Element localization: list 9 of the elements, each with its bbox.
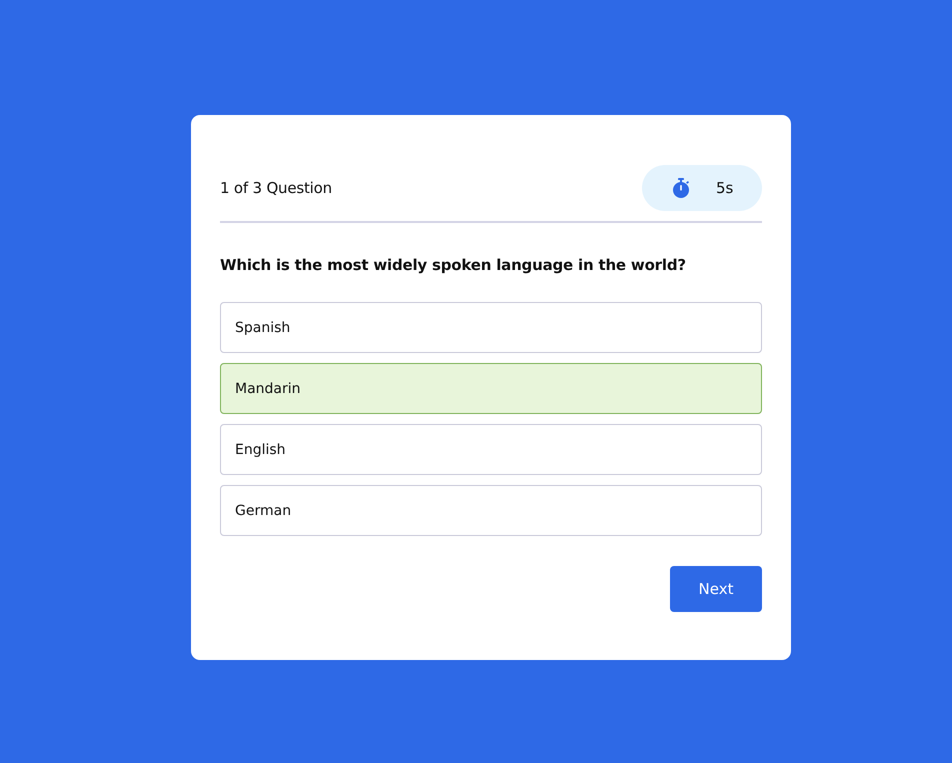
answer-option[interactable]: Mandarin	[220, 363, 762, 414]
timer-text: 5s	[716, 179, 734, 197]
question-counter: 1 of 3 Question	[220, 179, 332, 197]
answer-option[interactable]: German	[220, 485, 762, 536]
next-button[interactable]: Next	[670, 566, 762, 612]
question-text: Which is the most widely spoken language in the world?	[220, 255, 687, 275]
answer-option[interactable]: Spanish	[220, 302, 762, 353]
answer-option[interactable]: English	[220, 424, 762, 475]
stopwatch-icon	[672, 178, 690, 198]
